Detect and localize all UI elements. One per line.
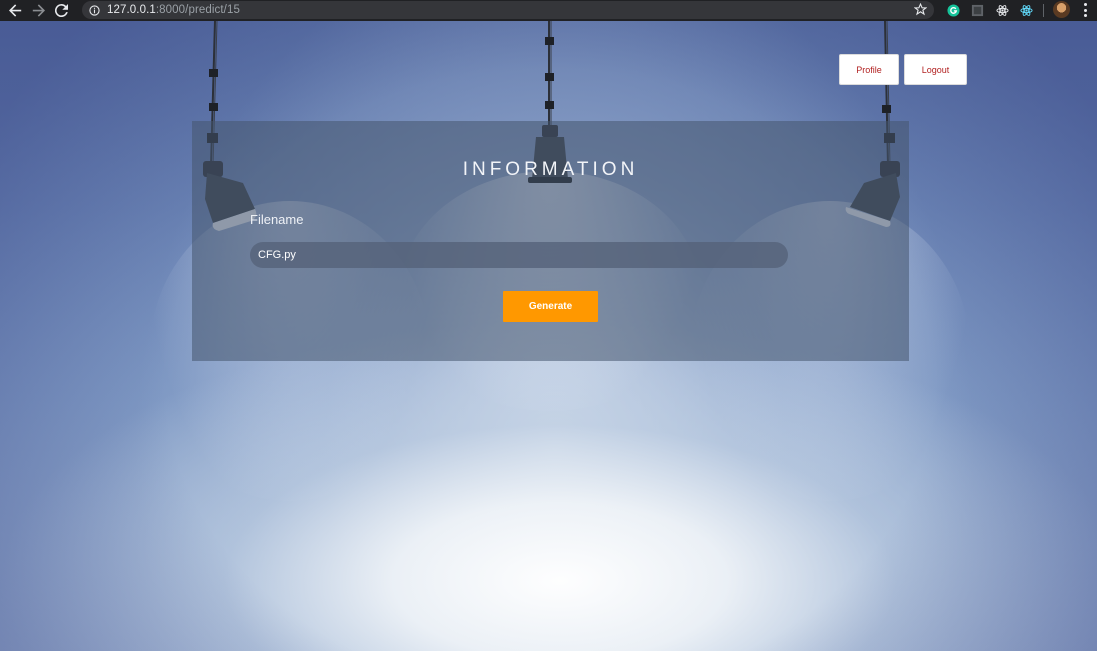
url-path: :8000/predict/15 — [155, 4, 240, 16]
forward-icon[interactable] — [30, 3, 46, 19]
profile-avatar[interactable] — [1053, 1, 1070, 18]
address-bar[interactable]: 127.0.0.1:8000/predict/15 — [82, 1, 934, 19]
page-background: Profile Logout INFORMATION Filename CFG.… — [0, 21, 1097, 651]
filename-label: Filename — [250, 212, 304, 227]
browser-menu-icon[interactable] — [1081, 3, 1089, 17]
toolbar-divider — [1043, 4, 1044, 17]
filename-field[interactable]: CFG.py — [250, 242, 788, 268]
reload-icon[interactable] — [53, 3, 69, 19]
site-info-icon[interactable] — [89, 4, 101, 16]
extension-icon[interactable] — [970, 3, 984, 17]
back-icon[interactable] — [7, 3, 23, 19]
profile-button[interactable]: Profile — [839, 54, 899, 85]
bookmark-star-icon[interactable] — [913, 2, 928, 17]
information-panel: INFORMATION Filename CFG.py Generate — [192, 121, 909, 361]
react-devtools-icon[interactable] — [995, 3, 1009, 17]
panel-title: INFORMATION — [462, 159, 639, 180]
url-text: 127.0.0.1:8000/predict/15 — [107, 4, 240, 16]
react-extension-icon[interactable] — [1019, 3, 1033, 17]
generate-button[interactable]: Generate — [503, 291, 598, 322]
logout-button[interactable]: Logout — [904, 54, 967, 85]
url-host: 127.0.0.1 — [107, 4, 156, 16]
browser-toolbar: 127.0.0.1:8000/predict/15 — [0, 0, 1097, 21]
grammarly-extension-icon[interactable] — [946, 3, 960, 17]
